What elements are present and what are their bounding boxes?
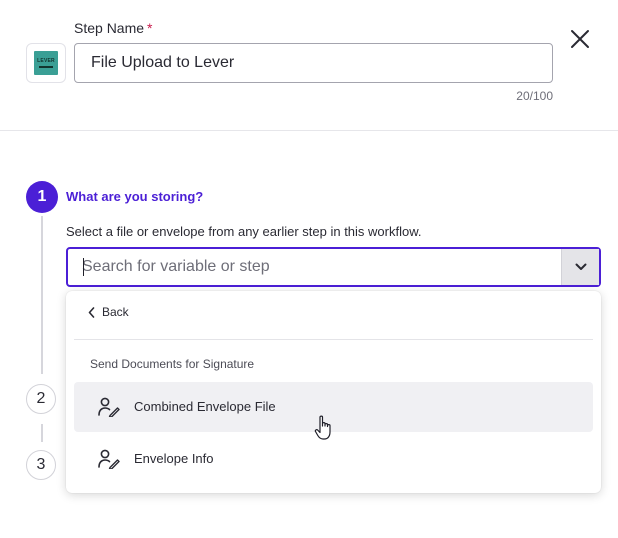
step-connector [41, 216, 43, 374]
menu-item-label: Combined Envelope File [134, 399, 276, 414]
lever-logo-icon: LEVER [34, 51, 58, 75]
user-sign-icon [98, 449, 120, 469]
app-logo: LEVER [26, 43, 66, 83]
step-header: LEVER Step Name* 20/100 [0, 0, 618, 131]
close-icon [571, 30, 589, 48]
menu-item-combined-envelope-file[interactable]: Combined Envelope File [74, 382, 593, 432]
menu-item-label: Envelope Info [134, 451, 214, 466]
text-caret [83, 258, 84, 276]
user-sign-icon [98, 397, 120, 417]
chevron-down-icon [575, 263, 586, 270]
dropdown-toggle-button[interactable] [561, 249, 599, 285]
char-count: 20/100 [516, 89, 553, 103]
step-1-title: What are you storing? [66, 189, 204, 204]
logo-text: LEVER [37, 57, 55, 64]
close-button[interactable] [568, 27, 592, 51]
variable-search-combobox[interactable] [66, 247, 601, 287]
menu-divider [74, 339, 593, 340]
required-marker: * [147, 20, 153, 36]
logo-underline [39, 65, 53, 68]
step-3-indicator[interactable]: 3 [26, 450, 56, 480]
variable-dropdown-menu: Back Send Documents for Signature Combin… [66, 291, 601, 493]
step-2-indicator[interactable]: 2 [26, 384, 56, 414]
chevron-left-icon [88, 306, 95, 318]
step-name-label-text: Step Name [74, 20, 145, 36]
search-input[interactable] [68, 249, 561, 285]
back-label: Back [102, 305, 129, 319]
step-1-help-text: Select a file or envelope from any earli… [66, 224, 422, 239]
menu-item-envelope-info[interactable]: Envelope Info [74, 434, 593, 484]
back-button[interactable]: Back [88, 305, 129, 319]
step-name-label: Step Name * [74, 20, 153, 36]
step-connector [41, 424, 43, 442]
step-name-input[interactable] [74, 43, 553, 83]
menu-group-label: Send Documents for Signature [90, 357, 255, 371]
step-1-indicator: 1 [26, 181, 58, 213]
